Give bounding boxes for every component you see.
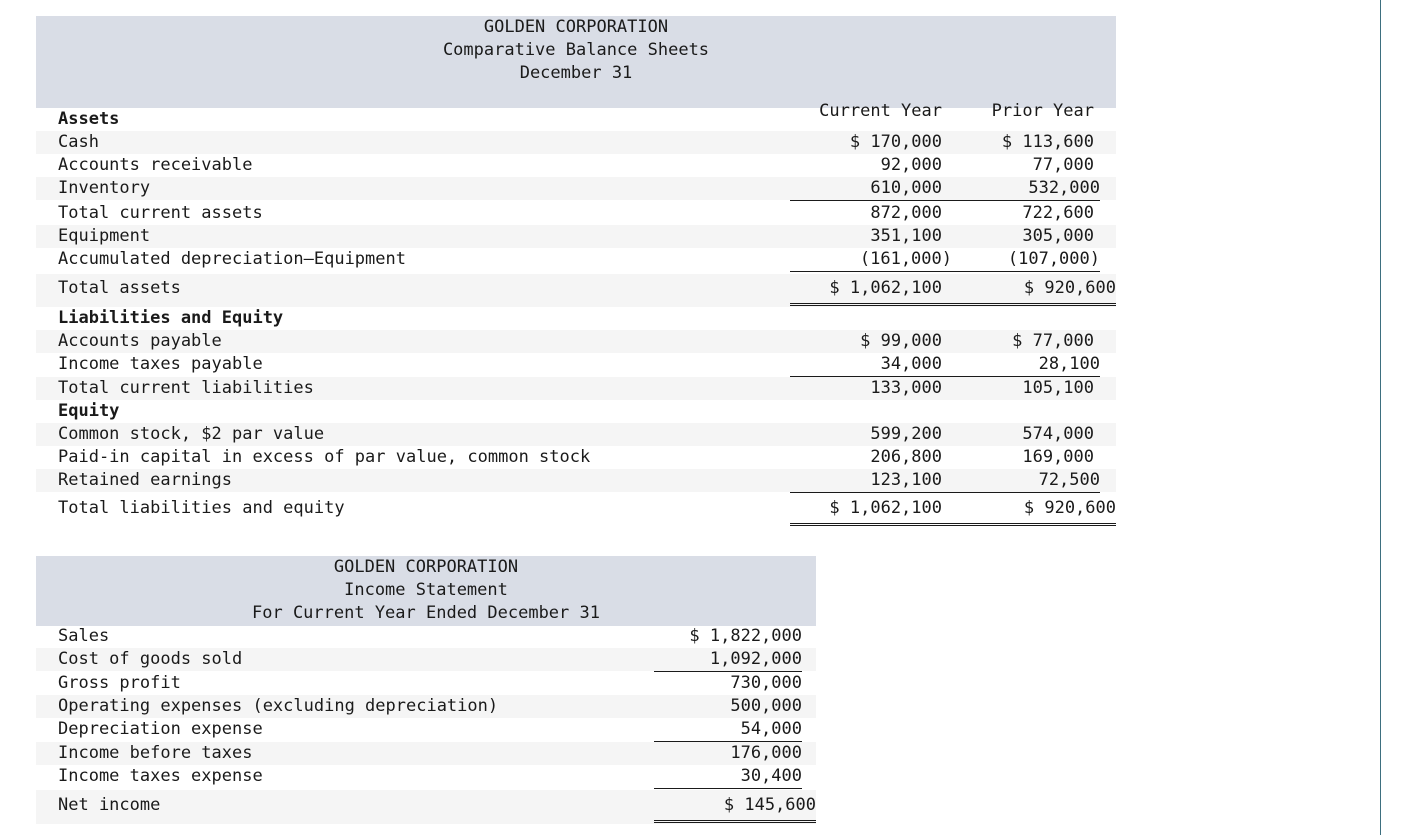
table-row: Accounts receivable 92,000 77,000 — [58, 155, 1094, 175]
prior-year-value: 722,600 — [1022, 203, 1094, 223]
amount-value: $ 1,822,000 — [689, 626, 802, 646]
table-row: Cash $ 170,000 $ 113,600 — [36, 131, 1116, 154]
prior-year-value: $ 920,600 — [942, 494, 1116, 526]
amount-value: 30,400 — [654, 765, 802, 789]
current-year-value: $ 1,062,100 — [790, 494, 942, 526]
table-row: Total current liabilities 133,000 105,10… — [36, 377, 1116, 400]
table-row: Total current assets 872,000 722,600 — [58, 203, 1094, 223]
income-statement-period: For Current Year Ended December 31 — [252, 603, 600, 623]
balance-sheet-title: Comparative Balance Sheets — [442, 40, 710, 60]
table-row: Operating expenses (excluding depreciati… — [36, 695, 816, 718]
current-year-value: (161,000) — [790, 248, 952, 272]
balance-sheet: GOLDEN CORPORATION Comparative Balance S… — [36, 16, 1116, 536]
table-row: Accounts payable $ 99,000 $ 77,000 — [36, 330, 1116, 353]
prior-year-value: 532,000 — [942, 177, 1100, 201]
prior-year-value: $ 920,600 — [942, 274, 1116, 306]
prior-year-value: (107,000) — [952, 248, 1100, 272]
current-year-value: 92,000 — [880, 155, 942, 175]
table-row: Sales $ 1,822,000 — [58, 626, 802, 646]
amount-value: 730,000 — [730, 673, 802, 693]
table-row: Retained earnings 123,100 72,500 — [36, 469, 1116, 493]
prior-year-value: 77,000 — [1032, 155, 1094, 175]
amount-value: 54,000 — [654, 718, 802, 742]
current-year-value: $ 170,000 — [849, 132, 942, 152]
current-year-value: $ 99,000 — [860, 331, 942, 351]
table-row: Equipment 351,100 305,000 — [36, 225, 1116, 248]
prior-year-value: $ 77,000 — [1012, 331, 1094, 351]
table-row: Income taxes expense 30,400 — [36, 765, 816, 789]
income-statement: GOLDEN CORPORATION Income Statement For … — [36, 556, 816, 828]
current-year-value: 123,100 — [790, 469, 942, 493]
current-year-value: 610,000 — [790, 177, 942, 201]
current-year-value: 133,000 — [870, 378, 942, 398]
table-row: Income before taxes 176,000 — [36, 742, 816, 765]
prior-year-value: 305,000 — [1022, 226, 1094, 246]
table-row-total-liabilities-equity: Total liabilities and equity $ 1,062,100… — [36, 494, 1116, 527]
table-row: Common stock, $2 par value 599,200 574,0… — [36, 423, 1116, 446]
amount-value: 176,000 — [730, 743, 802, 763]
amount-value: $ 145,600 — [654, 790, 816, 823]
current-year-value: 206,800 — [870, 447, 942, 467]
current-year-value: 599,200 — [870, 424, 942, 444]
prior-year-value: 28,100 — [942, 353, 1100, 377]
amount-value: 500,000 — [730, 696, 802, 716]
prior-year-value: 72,500 — [942, 469, 1100, 493]
prior-year-value: 105,100 — [1022, 378, 1094, 398]
table-row: Paid-in capital in excess of par value, … — [58, 447, 1094, 467]
section-heading-equity: Equity — [58, 401, 120, 421]
table-row: Inventory 610,000 532,000 — [36, 177, 1116, 201]
table-row-net-income: Net income $ 145,600 — [36, 790, 816, 824]
income-statement-title: Income Statement — [344, 580, 508, 600]
table-row: Income taxes payable 34,000 28,100 — [36, 353, 1116, 377]
prior-year-value: 169,000 — [1022, 447, 1094, 467]
prior-year-value: $ 113,600 — [1001, 132, 1094, 152]
table-row-total-assets: Total assets $ 1,062,100 $ 920,600 — [36, 274, 1116, 307]
current-year-value: $ 1,062,100 — [790, 274, 942, 306]
income-statement-company: GOLDEN CORPORATION — [333, 557, 519, 577]
section-heading-liabilities-equity: Liabilities and Equity — [58, 308, 284, 328]
table-row: Depreciation expense 54,000 — [36, 718, 816, 742]
table-row: Accumulated depreciation—Equipment (161,… — [36, 248, 1116, 272]
right-border-line — [1380, 0, 1381, 835]
current-year-value: 872,000 — [870, 203, 942, 223]
section-heading-assets: Assets — [58, 109, 120, 129]
prior-year-value: 574,000 — [1022, 424, 1094, 444]
balance-sheet-company: GOLDEN CORPORATION — [483, 17, 669, 37]
balance-sheet-date: December 31 — [519, 63, 633, 83]
table-row: Cost of goods sold 1,092,000 — [36, 648, 816, 672]
table-row: Gross profit 730,000 — [58, 673, 802, 693]
current-year-value: 351,100 — [870, 226, 942, 246]
amount-value: 1,092,000 — [654, 648, 802, 672]
current-year-value: 34,000 — [790, 353, 942, 377]
